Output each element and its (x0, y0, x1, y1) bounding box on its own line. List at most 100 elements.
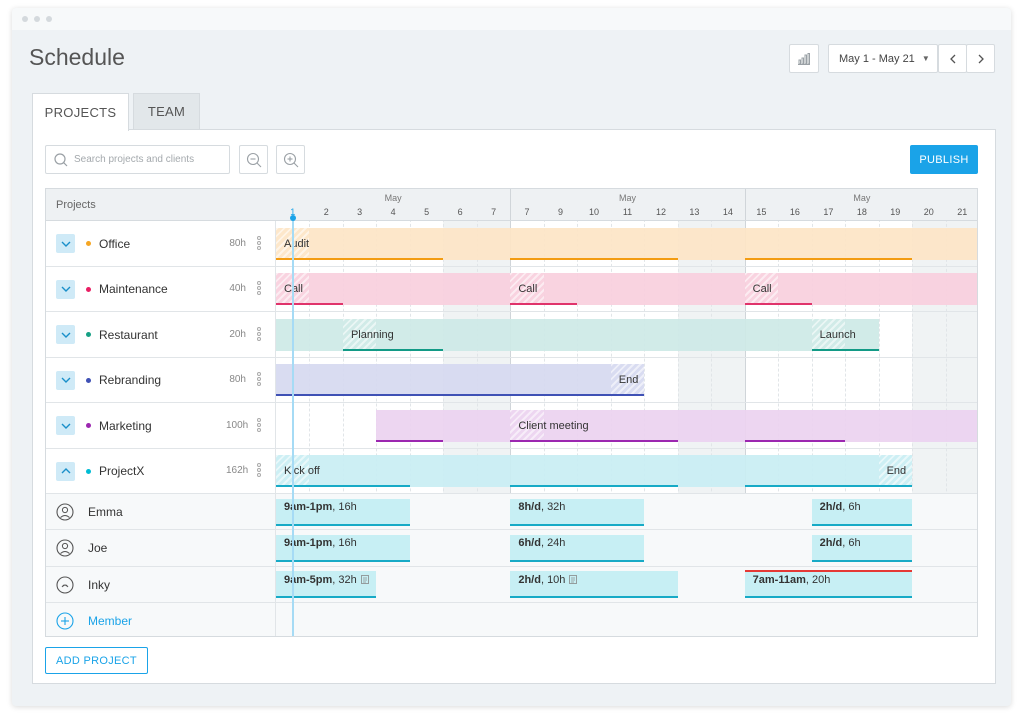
assignment-line (276, 257, 444, 260)
task-label[interactable]: Audit (284, 238, 309, 250)
project-name[interactable]: Restaurant (99, 328, 158, 342)
expand-button[interactable] (56, 370, 75, 390)
zoom-in-button[interactable] (276, 145, 305, 174)
date-range-select[interactable]: May 1 - May 21 ▼ (828, 44, 938, 73)
week-divider (510, 189, 512, 220)
member-row: Emma 9am-1pm, 16h 8h/d, 32h 2h/d, 6h (46, 494, 977, 531)
task-label[interactable]: End (619, 374, 639, 386)
avatar-joe-icon (56, 539, 74, 557)
expand-button[interactable] (56, 279, 75, 299)
member-row: Joe 9am-1pm, 16h 6h/d, 24h 2h/d, 6h (46, 530, 977, 567)
day-label: 16 (789, 207, 800, 217)
assignment-line (744, 485, 913, 488)
project-color-dot (86, 377, 91, 383)
search-icon (54, 153, 68, 167)
project-bar[interactable] (276, 227, 977, 260)
task-label[interactable]: Launch (820, 329, 856, 341)
assignment-hours: , 32h (540, 501, 566, 513)
day-label: 11 (622, 207, 633, 217)
publish-button[interactable]: PUBLISH (910, 145, 978, 174)
task-label[interactable]: End (887, 465, 907, 477)
task-label[interactable]: Client meeting (518, 420, 588, 432)
project-hours: 20h (229, 328, 246, 340)
task-label[interactable]: Planning (351, 329, 394, 341)
zoom-out-button[interactable] (239, 145, 268, 174)
add-project-button[interactable]: ADD PROJECT (45, 647, 148, 674)
assignment-line (510, 303, 578, 306)
assignment-line (744, 303, 812, 306)
chevron-left-icon (949, 54, 955, 63)
month-label: May (618, 193, 636, 203)
add-member-icon[interactable] (56, 612, 74, 630)
member-row-header: Joe (46, 530, 276, 566)
task-label[interactable]: Call (753, 283, 772, 295)
task-label[interactable]: Kick off (284, 465, 320, 477)
assignment-label: 8h/d, 32h (518, 501, 565, 513)
day-label: 15 (756, 207, 767, 217)
caret-down-icon: ▼ (921, 54, 930, 63)
more-options-icon[interactable] (257, 281, 261, 296)
report-button[interactable] (789, 44, 819, 73)
chevron-down-icon (61, 423, 70, 429)
day-label: 21 (957, 207, 968, 217)
assignment-line (510, 485, 678, 488)
avatar (56, 576, 74, 594)
expand-button[interactable] (56, 234, 75, 254)
assignment-line (811, 348, 879, 351)
project-color-dot (86, 332, 91, 338)
member-row-header: Inky (46, 566, 276, 602)
assignment-line (276, 523, 410, 526)
add-member-header[interactable]: Member (46, 602, 276, 636)
day-label: 18 (856, 207, 867, 217)
member-name[interactable]: Emma (88, 505, 123, 519)
page-title: Schedule (29, 44, 125, 70)
expand-button[interactable] (56, 325, 75, 345)
member-name[interactable]: Inky (88, 578, 110, 592)
assignment-line (276, 303, 343, 306)
window-dot (34, 16, 40, 22)
more-options-icon[interactable] (257, 463, 261, 478)
project-row: Rebranding 80h End (46, 357, 977, 403)
expand-button[interactable] (56, 416, 75, 436)
more-options-icon[interactable] (257, 372, 261, 387)
search-box[interactable] (45, 145, 230, 174)
collapse-button[interactable] (56, 461, 75, 481)
zoom-out-icon (246, 152, 261, 167)
search-input[interactable] (74, 154, 224, 165)
project-name[interactable]: Office (99, 237, 130, 251)
more-options-icon[interactable] (257, 326, 261, 342)
project-bar[interactable] (276, 455, 913, 488)
project-name[interactable]: Marketing (99, 419, 152, 433)
project-bar[interactable] (376, 409, 977, 442)
project-bar[interactable] (276, 364, 645, 397)
chevron-down-icon (61, 377, 70, 384)
project-name[interactable]: Maintenance (99, 282, 168, 296)
day-label: 2 (323, 207, 329, 217)
assignment-line (510, 439, 678, 442)
assignment-time: 6h/d (518, 537, 541, 550)
task-label[interactable]: Call (518, 283, 537, 295)
tab-team[interactable]: TEAM (133, 93, 200, 130)
prev-range-button[interactable] (938, 44, 967, 73)
project-row: Maintenance40hCallCallCall (46, 266, 977, 312)
assignment-line (744, 596, 913, 599)
assignment-label: 2h/d, 10h (518, 574, 578, 587)
project-row: Office 80h Audit (46, 221, 977, 267)
next-range-button[interactable] (966, 44, 995, 73)
bar-chart-icon (798, 52, 810, 65)
assignment-line (744, 257, 913, 260)
project-name[interactable]: Rebranding (99, 373, 161, 387)
avatar (56, 503, 74, 521)
add-member-button[interactable]: Member (88, 614, 132, 628)
more-options-icon[interactable] (257, 417, 261, 433)
tab-projects[interactable]: PROJECTS (32, 93, 129, 131)
project-color-dot (86, 286, 91, 292)
project-row-header: Maintenance 40h (46, 266, 276, 311)
project-name[interactable]: ProjectX (99, 464, 144, 478)
project-bar[interactable] (276, 273, 977, 306)
assignment-line (276, 485, 410, 488)
project-row-header: Rebranding 80h (46, 357, 276, 402)
more-options-icon[interactable] (257, 235, 261, 251)
member-name[interactable]: Joe (88, 541, 107, 555)
assignment-label: 6h/d, 24h (518, 537, 565, 549)
